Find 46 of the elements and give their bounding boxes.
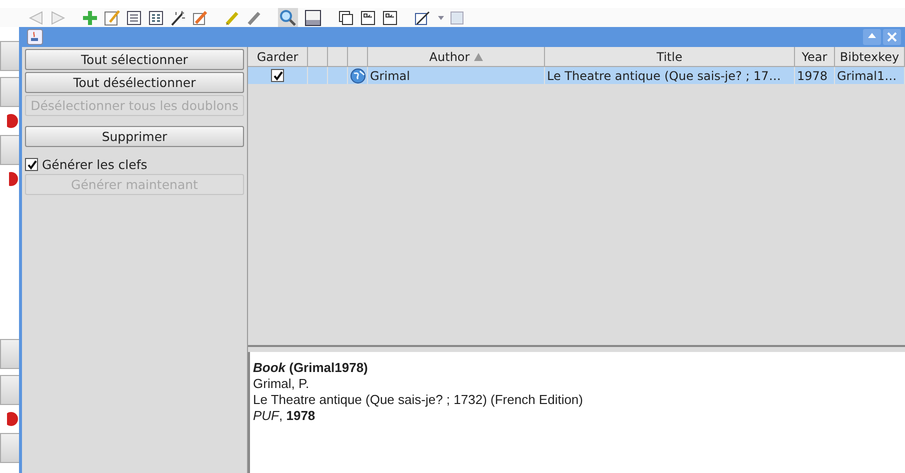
marker-icon[interactable] bbox=[246, 10, 262, 26]
side-button[interactable] bbox=[0, 135, 19, 165]
preview-line: Grimal, P. bbox=[253, 376, 310, 392]
preview-line: Book (Grimal1978) bbox=[253, 360, 369, 376]
globe-icon[interactable] bbox=[350, 68, 366, 84]
save-icon[interactable] bbox=[450, 10, 464, 24]
table-row[interactable]: Grimal Le Theatre antique (Que sais-je? ; 17… 1978 Grimal1… bbox=[248, 67, 905, 84]
forward-arrow-icon[interactable] bbox=[50, 10, 66, 24]
panel-icon[interactable] bbox=[304, 8, 322, 26]
preview-line: Le Theatre antique (Que sais-je? ; 1732) (French Edition) bbox=[253, 392, 584, 408]
column-header[interactable]: Year bbox=[795, 47, 835, 67]
highlighter-icon[interactable] bbox=[224, 10, 240, 26]
dialog-button[interactable]: Tout sélectionner bbox=[25, 49, 244, 70]
table-cell: Grimal bbox=[368, 67, 545, 84]
brush-icon[interactable] bbox=[192, 10, 208, 26]
table-cell: Le Theatre antique (Que sais-je? ; 17… bbox=[545, 67, 795, 84]
magic-wand-icon[interactable] bbox=[170, 10, 186, 26]
side-button[interactable] bbox=[0, 41, 19, 71]
search-icon[interactable] bbox=[278, 8, 298, 28]
close-icon[interactable] bbox=[883, 29, 901, 45]
table-cell: Grimal1… bbox=[835, 67, 905, 84]
keep-checkbox[interactable] bbox=[271, 69, 284, 82]
plus-icon[interactable] bbox=[82, 10, 98, 26]
column-header[interactable]: Author bbox=[368, 47, 545, 67]
checkbox-label[interactable]: Générer les clefs bbox=[42, 157, 148, 172]
side-button[interactable] bbox=[0, 339, 19, 369]
maximize-icon[interactable] bbox=[863, 29, 881, 45]
column-header[interactable]: Title bbox=[545, 47, 795, 67]
side-button[interactable] bbox=[0, 77, 19, 107]
back-arrow-icon[interactable] bbox=[28, 10, 44, 24]
caret-icon[interactable] bbox=[438, 14, 444, 20]
preview-line: PUF, 1978 bbox=[253, 408, 316, 424]
column-header[interactable] bbox=[308, 47, 328, 67]
column-header[interactable]: Bibtexkey bbox=[835, 47, 905, 67]
side-button[interactable] bbox=[0, 375, 19, 405]
side-button[interactable] bbox=[0, 433, 19, 463]
dialog-button[interactable]: Tout désélectionner bbox=[25, 72, 244, 93]
document-icon[interactable] bbox=[126, 10, 142, 26]
compass-icon[interactable] bbox=[414, 10, 432, 26]
column-header[interactable]: Garder bbox=[248, 47, 308, 67]
dialog-button[interactable]: Supprimer bbox=[25, 126, 244, 147]
windows-icon[interactable] bbox=[338, 10, 354, 26]
edit-icon[interactable] bbox=[104, 10, 120, 26]
table-cell: 1978 bbox=[795, 67, 835, 84]
generate-keys-checkbox[interactable] bbox=[25, 158, 38, 171]
list-icon[interactable] bbox=[148, 10, 164, 26]
